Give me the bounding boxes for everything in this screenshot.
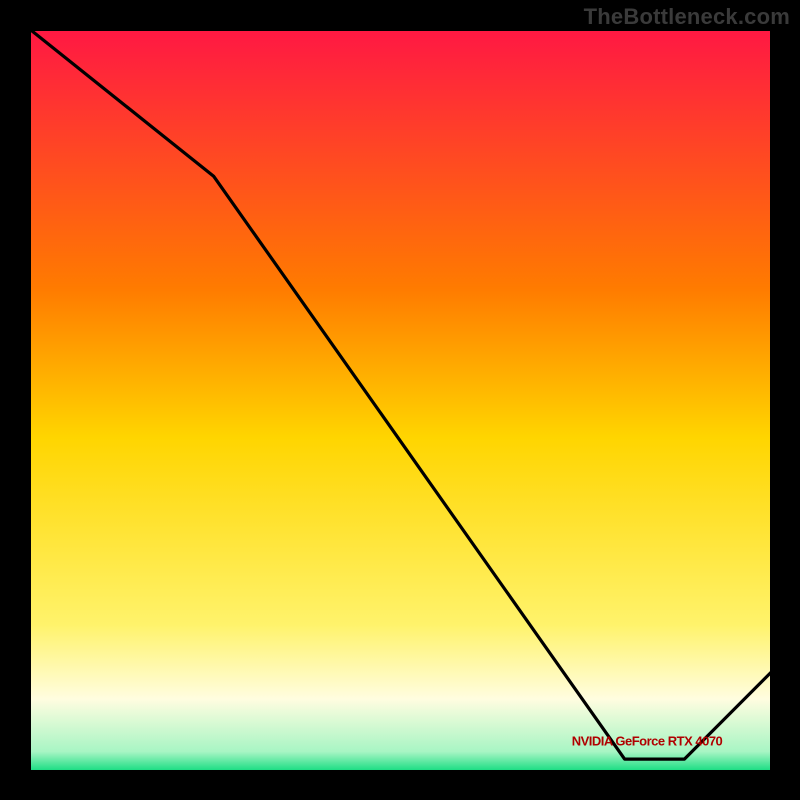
series-annotation: NVIDIA GeForce RTX 4070 — [572, 734, 723, 749]
chart-stage: { "watermark": "TheBottleneck.com", "plo… — [0, 0, 800, 800]
gradient-background — [27, 27, 774, 774]
watermark-text: TheBottleneck.com — [584, 4, 790, 30]
plot-area: NVIDIA GeForce RTX 4070 — [27, 27, 774, 774]
